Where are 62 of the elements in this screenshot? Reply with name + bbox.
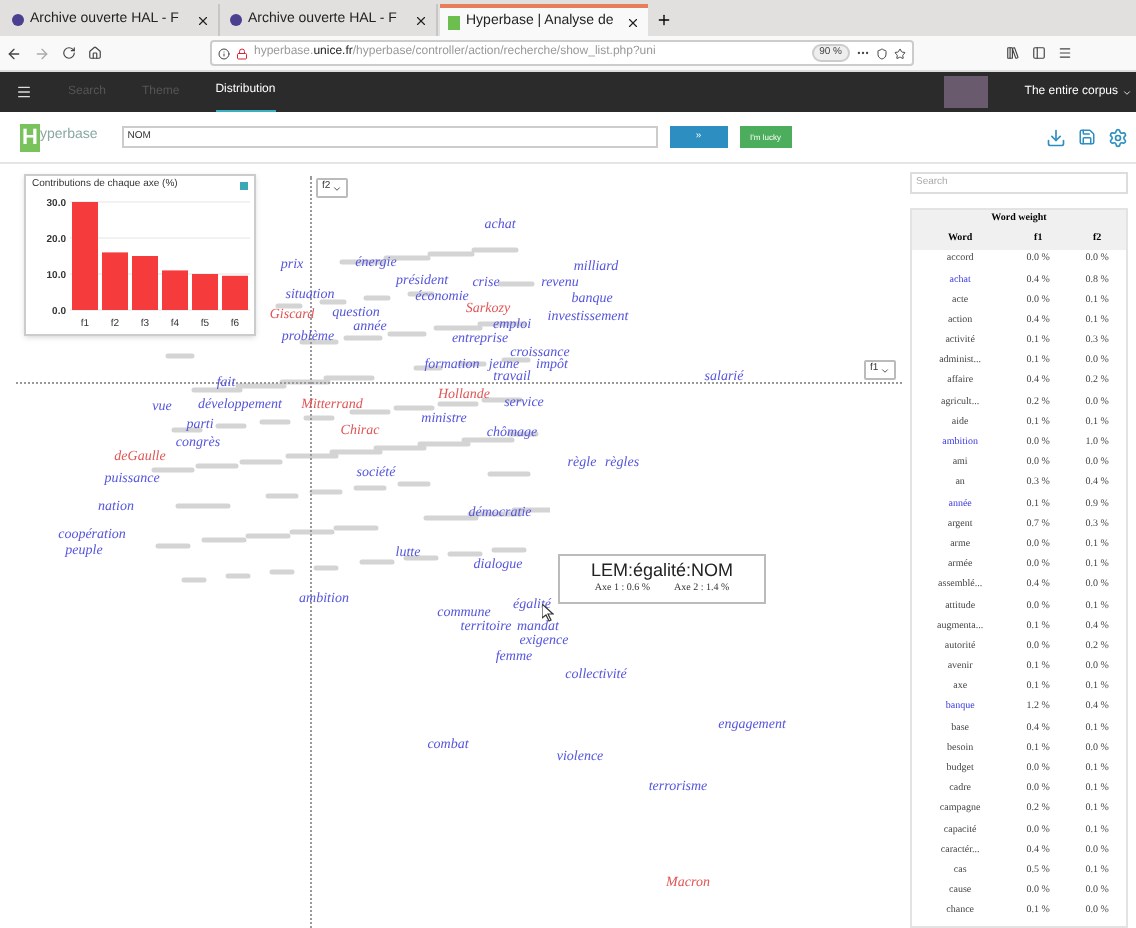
bar — [162, 269, 188, 309]
faint-word-mark — [363, 295, 391, 301]
bar — [222, 274, 248, 309]
faint-word-mark — [319, 299, 347, 305]
circle-logo-icon — [230, 14, 242, 26]
faint-word-mark — [181, 577, 207, 583]
bar — [102, 251, 128, 309]
caret-icon — [880, 365, 891, 375]
faint-word-mark — [353, 485, 387, 491]
bar — [192, 273, 218, 309]
faint-word-mark — [447, 551, 483, 557]
faint-word-mark — [491, 547, 527, 553]
back-icon[interactable] — [6, 45, 22, 61]
reload-icon[interactable] — [62, 46, 76, 60]
faint-word-mark — [343, 335, 383, 341]
bar — [72, 201, 98, 309]
caret-icon — [1122, 87, 1132, 97]
close-icon[interactable] — [414, 13, 428, 27]
faint-word-mark — [397, 481, 431, 487]
shield-icon[interactable] — [876, 47, 888, 59]
home-icon[interactable] — [88, 46, 102, 60]
faint-word-mark — [359, 559, 395, 565]
faint-word-mark — [303, 415, 335, 421]
faint-word-mark — [259, 419, 291, 425]
menu-icon[interactable] — [16, 84, 32, 100]
lock-icon — [236, 47, 248, 59]
faint-word-mark — [269, 569, 295, 575]
faint-word-mark — [275, 303, 303, 309]
faint-word-mark — [497, 281, 535, 287]
bar — [132, 255, 158, 309]
square-logo-icon — [448, 15, 460, 29]
faint-word-mark — [175, 503, 231, 509]
library-icon[interactable] — [1006, 46, 1020, 60]
faint-word-mark — [299, 339, 339, 345]
close-icon[interactable] — [626, 15, 640, 29]
faint-word-mark — [403, 555, 439, 561]
image-placeholder — [944, 76, 989, 108]
logo-letter: H — [20, 123, 40, 151]
settings-icon[interactable] — [1108, 127, 1128, 147]
faint-word-mark — [387, 331, 427, 337]
faint-word-mark — [215, 423, 247, 429]
faint-word-mark — [155, 543, 191, 549]
save-icon[interactable] — [1078, 128, 1096, 146]
circle-logo-icon — [12, 14, 24, 26]
faint-word-mark — [165, 353, 195, 359]
faint-word-mark — [265, 493, 299, 499]
faint-word-mark — [225, 573, 251, 579]
download-icon[interactable] — [1046, 127, 1066, 147]
info-icon — [218, 47, 230, 59]
close-icon[interactable] — [196, 13, 210, 27]
more-icon[interactable] — [856, 46, 870, 60]
faint-word-mark — [313, 565, 339, 571]
faint-word-mark — [309, 489, 343, 495]
star-icon[interactable] — [894, 47, 906, 59]
sidebar-icon[interactable] — [1032, 46, 1046, 60]
new-tab-icon[interactable] — [656, 12, 672, 28]
tooltip-title: LEM:égalité:NOM — [590, 560, 734, 582]
menu-icon[interactable] — [1058, 46, 1072, 60]
caret-icon — [332, 183, 343, 193]
faint-word-mark — [487, 471, 531, 477]
faint-word-mark — [171, 427, 203, 433]
faint-word-mark — [501, 357, 531, 363]
